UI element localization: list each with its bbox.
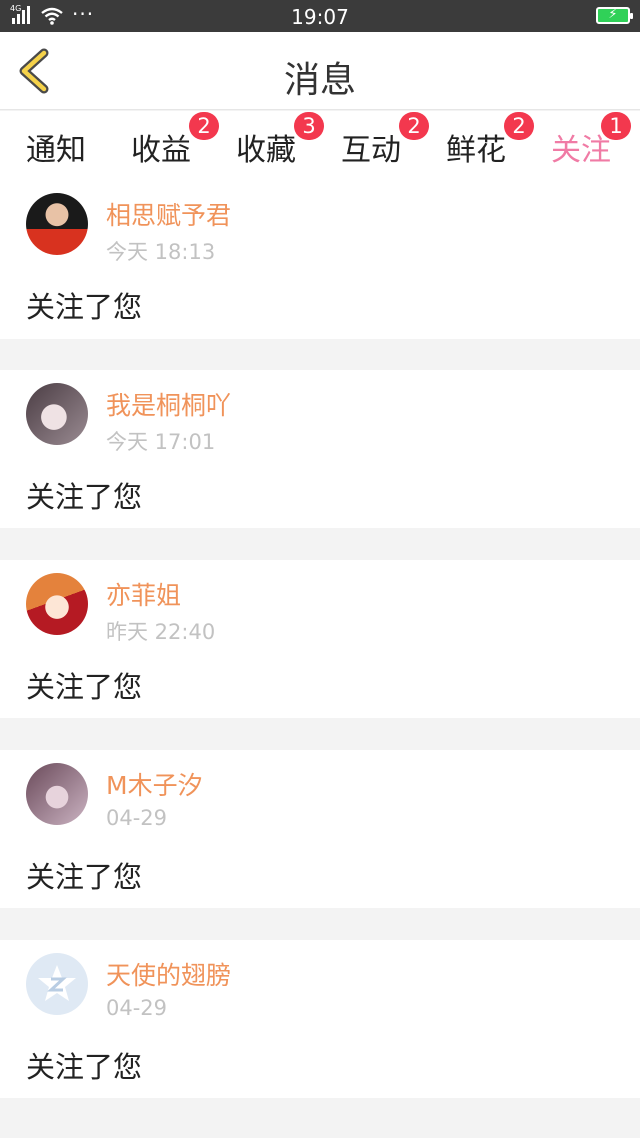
tab-label: 收藏 <box>236 133 296 168</box>
unread-badge: 2 <box>189 112 219 140</box>
username[interactable]: 天使的翅膀 <box>106 956 231 992</box>
username[interactable]: 我是桐桐吖 <box>106 386 231 422</box>
timestamp: 今天 17:01 <box>106 430 216 454</box>
tab-notifications[interactable]: 通知 <box>26 125 86 169</box>
status-clock: 19:07 <box>291 5 349 29</box>
timestamp: 昨天 22:40 <box>106 620 216 644</box>
tab-label: 收益 <box>131 133 191 168</box>
tab-favorites[interactable]: 收藏 3 <box>236 112 324 169</box>
tab-bar: 通知 收益 2 收藏 3 互动 2 鲜花 2 关注 1 <box>0 111 640 186</box>
page-title: 消息 <box>283 60 356 101</box>
tab-follows[interactable]: 关注 1 <box>551 112 631 186</box>
tab-interactions[interactable]: 互动 2 <box>341 112 429 169</box>
list-item[interactable]: 相思赋予君 今天 18:13 关注了您 <box>0 180 640 339</box>
avatar[interactable] <box>26 763 88 825</box>
unread-badge: 1 <box>601 112 631 140</box>
message-text: 关注了您 <box>26 670 143 704</box>
timestamp: 04-29 <box>106 806 168 830</box>
avatar[interactable] <box>26 383 88 445</box>
timestamp: 04-29 <box>106 996 168 1020</box>
tab-label: 通知 <box>26 133 86 168</box>
tab-label: 关注 <box>551 133 611 168</box>
nav-bar: 消息 <box>0 32 640 110</box>
unread-badge: 2 <box>399 112 429 140</box>
message-list: 相思赋予君 今天 18:13 关注了您 我是桐桐吖 今天 17:01 关注了您 … <box>0 180 640 1130</box>
tab-label: 互动 <box>341 133 401 168</box>
list-item[interactable]: 天使的翅膀 04-29 关注了您 <box>0 940 640 1098</box>
message-text: 关注了您 <box>26 860 143 894</box>
username[interactable]: 相思赋予君 <box>106 196 231 232</box>
unread-badge: 3 <box>294 112 324 140</box>
list-item[interactable]: 亦菲姐 昨天 22:40 关注了您 <box>0 560 640 718</box>
charging-bolt-icon: ⚡ <box>608 7 618 22</box>
tab-label: 鲜花 <box>446 133 506 168</box>
list-item[interactable]: 我是桐桐吖 今天 17:01 关注了您 <box>0 370 640 528</box>
username[interactable]: 亦菲姐 <box>106 576 181 612</box>
status-bar: 4G ··· 19:07 ⚡ <box>0 0 640 32</box>
default-avatar-icon <box>38 965 76 1001</box>
avatar[interactable] <box>26 193 88 255</box>
tab-earnings[interactable]: 收益 2 <box>131 112 219 169</box>
message-text: 关注了您 <box>26 290 143 324</box>
username[interactable]: M木子汐 <box>106 766 203 802</box>
avatar[interactable] <box>26 953 88 1015</box>
message-text: 关注了您 <box>26 1050 143 1084</box>
tab-flowers[interactable]: 鲜花 2 <box>446 112 534 169</box>
unread-badge: 2 <box>504 112 534 140</box>
timestamp: 今天 18:13 <box>106 240 216 264</box>
battery-icon: ⚡ <box>596 7 633 24</box>
message-text: 关注了您 <box>26 480 143 514</box>
avatar[interactable] <box>26 573 88 635</box>
list-item[interactable]: M木子汐 04-29 关注了您 <box>0 750 640 908</box>
